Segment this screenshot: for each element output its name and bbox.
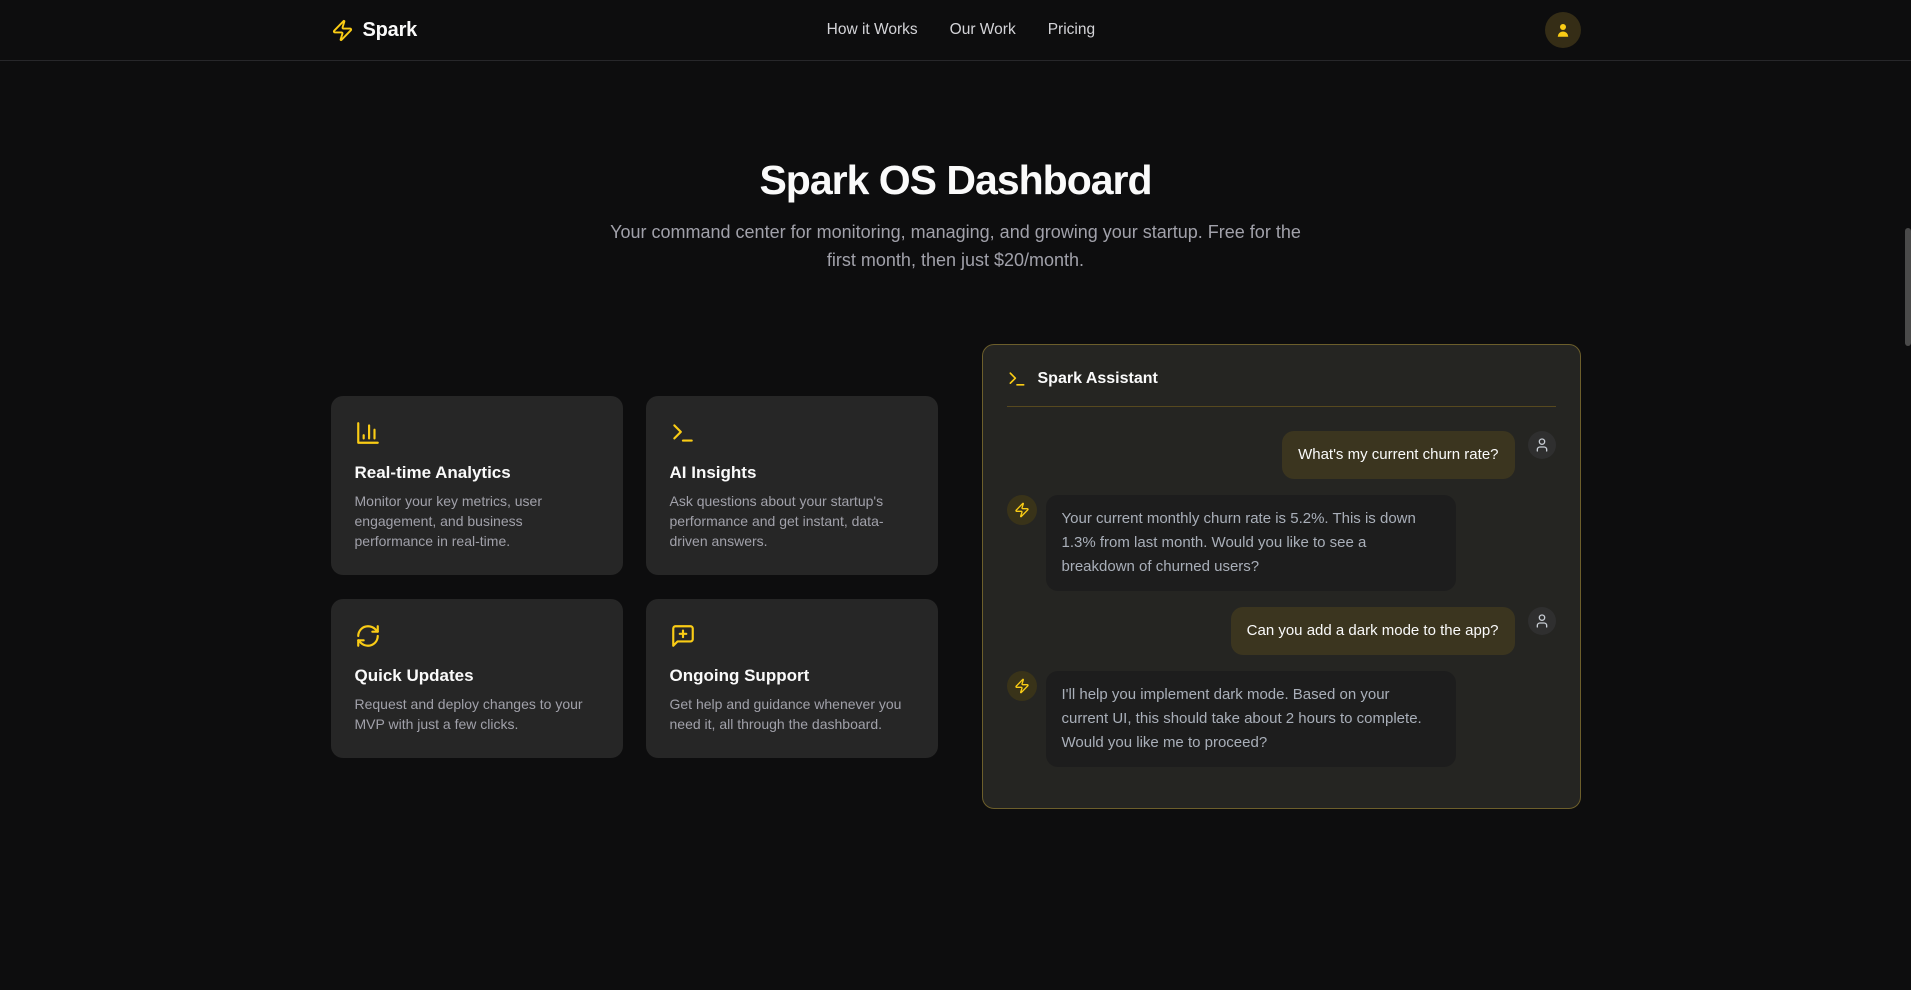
user-icon: [1534, 613, 1550, 629]
bar-chart-icon: [355, 420, 599, 446]
chat-message-assistant: Your current monthly churn rate is 5.2%.…: [1007, 495, 1556, 591]
brand-logo[interactable]: Spark: [331, 19, 418, 42]
hero-section: Spark OS Dashboard Your command center f…: [0, 61, 1911, 274]
nav-link-our-work[interactable]: Our Work: [950, 21, 1016, 39]
feature-card-quick-updates: Quick Updates Request and deploy changes…: [331, 599, 623, 758]
chat-message-user: What's my current churn rate?: [1007, 431, 1556, 479]
terminal-icon: [1007, 369, 1027, 389]
assistant-message-bubble: I'll help you implement dark mode. Based…: [1046, 671, 1456, 767]
brand-name: Spark: [363, 19, 418, 42]
chat-messages: What's my current churn rate?: [1007, 431, 1556, 767]
navbar: Spark How it Works Our Work Pricing: [0, 0, 1911, 61]
user-message-bubble: What's my current churn rate?: [1282, 431, 1514, 479]
page-subtitle: Your command center for monitoring, mana…: [601, 218, 1311, 274]
nav-links: How it Works Our Work Pricing: [827, 21, 1095, 39]
feature-title: Ongoing Support: [670, 666, 914, 686]
refresh-icon: [355, 623, 599, 649]
feature-description: Get help and guidance whenever you need …: [670, 694, 914, 734]
main-section: Real-time Analytics Monitor your key met…: [0, 344, 1911, 809]
user-message-bubble: Can you add a dark mode to the app?: [1231, 607, 1515, 655]
account-avatar-button[interactable]: [1545, 12, 1581, 48]
chat-message-assistant: I'll help you implement dark mode. Based…: [1007, 671, 1556, 767]
vertical-scrollbar-thumb[interactable]: [1905, 228, 1911, 346]
assistant-avatar: [1007, 495, 1037, 525]
user-avatar: [1528, 607, 1556, 635]
feature-description: Ask questions about your startup's perfo…: [670, 491, 914, 551]
feature-card-ongoing-support: Ongoing Support Get help and guidance wh…: [646, 599, 938, 758]
assistant-panel-header: Spark Assistant: [1007, 369, 1556, 389]
feature-card-analytics: Real-time Analytics Monitor your key met…: [331, 396, 623, 575]
feature-title: Real-time Analytics: [355, 463, 599, 483]
feature-title: AI Insights: [670, 463, 914, 483]
zap-icon: [331, 19, 354, 42]
zap-icon: [1014, 502, 1030, 518]
features-grid: Real-time Analytics Monitor your key met…: [331, 396, 938, 758]
assistant-panel-title: Spark Assistant: [1038, 370, 1158, 388]
user-icon: [1534, 437, 1550, 453]
chat-message-user: Can you add a dark mode to the app?: [1007, 607, 1556, 655]
feature-description: Monitor your key metrics, user engagemen…: [355, 491, 599, 551]
user-icon: [1554, 21, 1572, 39]
user-avatar: [1528, 431, 1556, 459]
panel-divider: [1007, 406, 1556, 407]
assistant-avatar: [1007, 671, 1037, 701]
spark-assistant-panel: Spark Assistant What's my current churn …: [982, 344, 1581, 809]
page-title: Spark OS Dashboard: [0, 157, 1911, 204]
nav-link-pricing[interactable]: Pricing: [1048, 21, 1095, 39]
assistant-message-bubble: Your current monthly churn rate is 5.2%.…: [1046, 495, 1456, 591]
feature-description: Request and deploy changes to your MVP w…: [355, 694, 599, 734]
message-square-plus-icon: [670, 623, 914, 649]
terminal-icon: [670, 420, 914, 446]
feature-card-ai-insights: AI Insights Ask questions about your sta…: [646, 396, 938, 575]
nav-link-how-it-works[interactable]: How it Works: [827, 21, 918, 39]
zap-icon: [1014, 678, 1030, 694]
feature-title: Quick Updates: [355, 666, 599, 686]
